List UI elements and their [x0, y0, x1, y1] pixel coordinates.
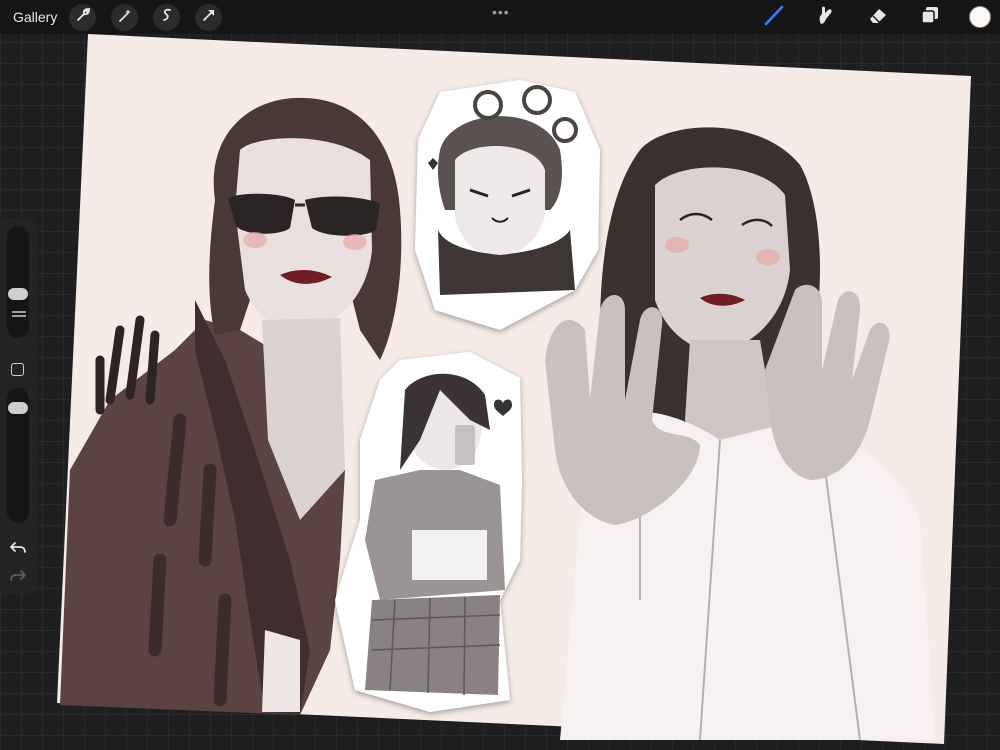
slider-grip-icon	[12, 311, 26, 313]
gallery-button[interactable]: Gallery	[13, 9, 57, 25]
layers-icon	[919, 4, 941, 31]
drawing-canvas[interactable]	[0, 0, 1000, 750]
artboard	[57, 34, 971, 744]
sticker-bottom-drawing	[335, 352, 522, 712]
brush-size-slider[interactable]	[7, 226, 29, 338]
brush-tool-button[interactable]	[761, 4, 787, 30]
undo-button[interactable]	[9, 540, 27, 561]
redo-icon	[9, 570, 27, 588]
layers-tool-button[interactable]	[917, 4, 943, 30]
selection-icon	[159, 7, 175, 28]
opacity-handle[interactable]	[8, 402, 28, 414]
brush-size-handle[interactable]	[8, 288, 28, 300]
top-toolbar: Gallery •••	[0, 0, 1000, 34]
brush-icon	[762, 3, 786, 32]
transform-button[interactable]	[195, 3, 223, 31]
redo-button[interactable]	[9, 568, 27, 589]
selection-button[interactable]	[153, 3, 181, 31]
magic-wand-icon	[117, 7, 133, 28]
right-toolbar	[761, 0, 1000, 34]
modify-button[interactable]	[11, 363, 24, 376]
smudge-icon	[815, 4, 837, 31]
eraser-tool-button[interactable]	[865, 4, 891, 30]
sticker-top-drawing	[415, 80, 600, 330]
adjustments-button[interactable]	[111, 3, 139, 31]
color-picker-button[interactable]	[969, 6, 991, 28]
opacity-slider[interactable]	[7, 388, 29, 523]
wrench-icon	[75, 7, 91, 28]
more-options-icon[interactable]: •••	[492, 4, 510, 20]
actions-button[interactable]	[69, 3, 97, 31]
undo-icon	[9, 542, 27, 560]
smudge-tool-button[interactable]	[813, 4, 839, 30]
transform-arrow-icon	[201, 7, 217, 28]
right-figure-drawing	[545, 127, 935, 741]
eraser-icon	[867, 4, 889, 31]
left-sidebar	[0, 218, 37, 594]
left-figure-drawing	[60, 97, 402, 715]
